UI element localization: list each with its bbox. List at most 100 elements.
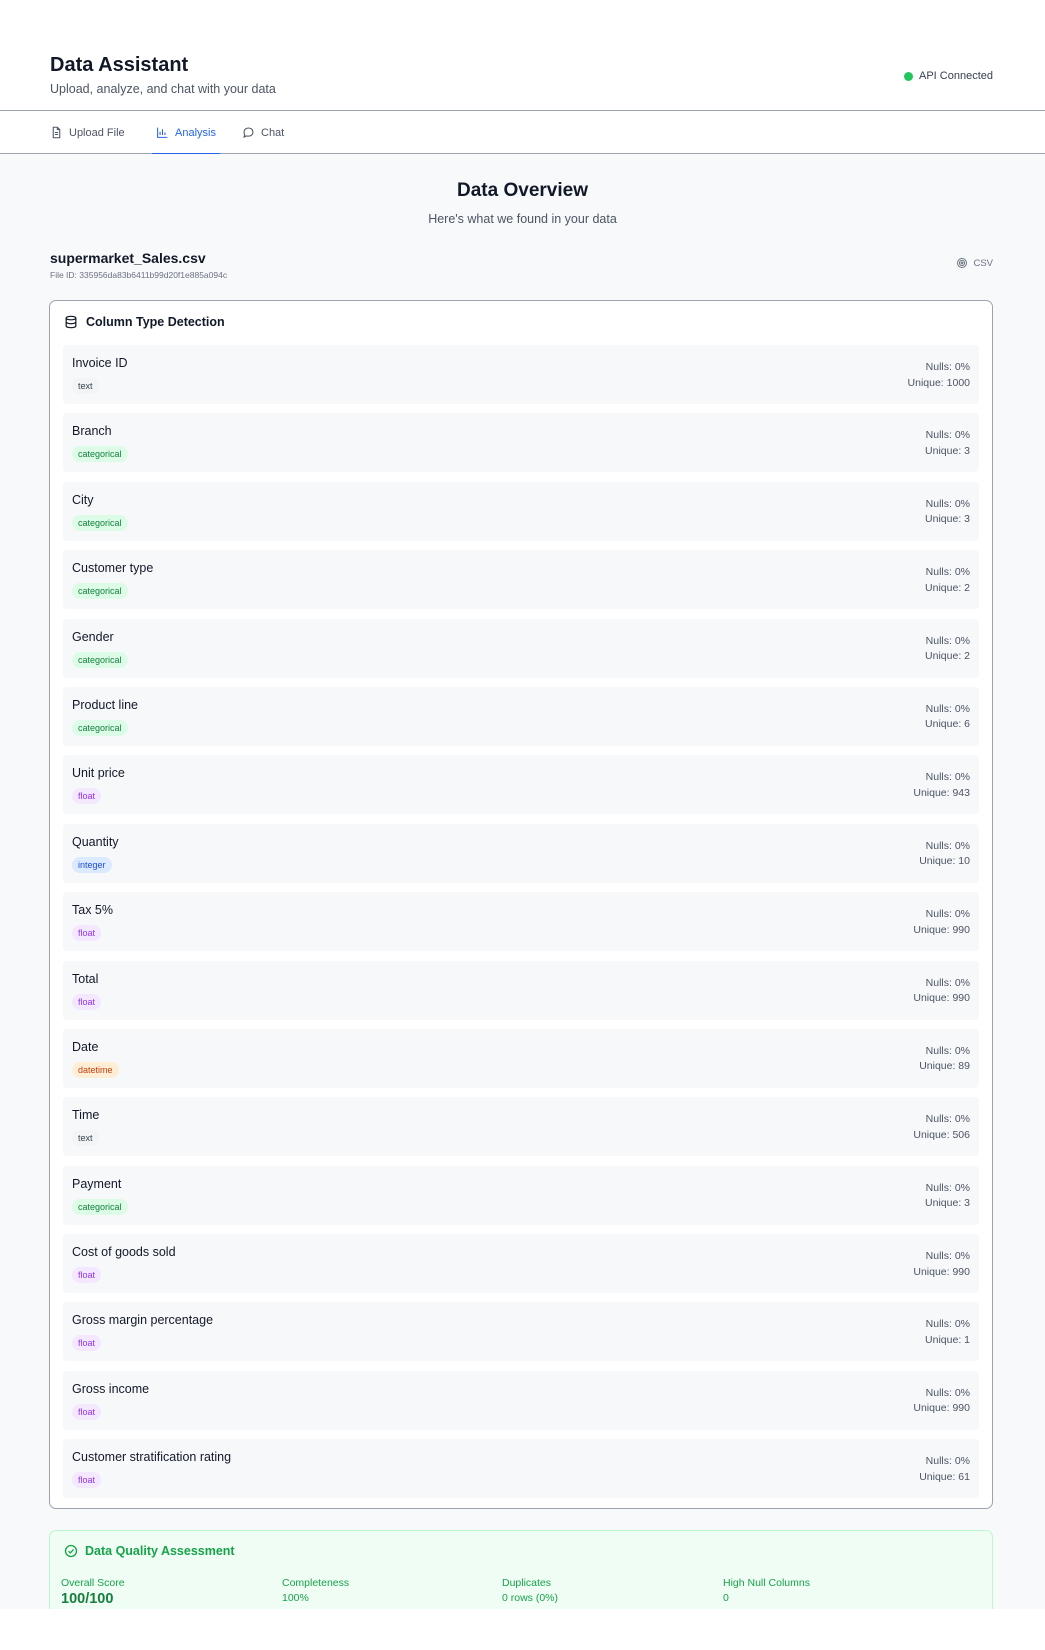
column-name: City — [72, 492, 94, 507]
column-type-badge: categorical — [72, 651, 128, 668]
column-unique: Unique: 6 — [925, 718, 970, 731]
column-unique: Unique: 990 — [913, 1402, 970, 1415]
column-list: Invoice ID text Nulls: 0% Unique: 1000 Branc… — [63, 345, 979, 1508]
metric-value: 0 — [723, 1592, 729, 1604]
column-nulls: Nulls: 0% — [925, 1250, 970, 1263]
column-type-badge: float — [72, 1403, 102, 1420]
column-row: Date datetime Nulls: 0% Unique: 89 — [63, 1028, 979, 1088]
bottom-blank-area — [0, 1609, 1045, 1650]
column-stats: Nulls: 0% Unique: 10 — [919, 839, 970, 870]
metric-label: Duplicates — [502, 1577, 552, 1589]
column-type-badge: float — [72, 1335, 102, 1352]
tab-analysis[interactable]: Analysis — [152, 111, 220, 155]
column-type-badge: categorical — [72, 719, 128, 736]
column-row: City categorical Nulls: 0% Unique: 3 — [63, 481, 979, 541]
metric-value: 100% — [282, 1592, 309, 1604]
file-id: File ID: 335956da83b6411b99d20f1e885a094… — [50, 270, 228, 280]
column-nulls: Nulls: 0% — [925, 634, 970, 647]
column-nulls: Nulls: 0% — [925, 908, 970, 921]
column-nulls: Nulls: 0% — [925, 976, 970, 989]
column-row: Tax 5% float Nulls: 0% Unique: 990 — [63, 892, 979, 952]
app-title: Data Assistant — [50, 54, 189, 76]
column-nulls: Nulls: 0% — [925, 771, 970, 784]
page-subtitle: Here's what we found in your data — [428, 212, 617, 226]
page-title: Data Overview — [457, 180, 588, 201]
tab-bar: Upload File Analysis Chat — [0, 111, 1045, 155]
column-type-badge: float — [72, 993, 102, 1010]
bar-chart-icon — [157, 127, 168, 138]
column-name: Cost of goods sold — [72, 1245, 176, 1260]
column-unique: Unique: 89 — [919, 1060, 970, 1073]
column-row: Time text Nulls: 0% Unique: 506 — [63, 1097, 979, 1157]
column-nulls: Nulls: 0% — [925, 1386, 970, 1399]
column-row: Total float Nulls: 0% Unique: 990 — [63, 960, 979, 1020]
column-stats: Nulls: 0% Unique: 3 — [925, 497, 970, 528]
column-name: Branch — [72, 424, 112, 439]
chat-bubble-icon — [243, 127, 254, 138]
column-row: Customer stratification rating float Nulls… — [63, 1439, 979, 1499]
column-stats: Nulls: 0% Unique: 990 — [913, 1249, 970, 1280]
column-stats: Nulls: 0% Unique: 61 — [919, 1454, 970, 1485]
column-stats: Nulls: 0% Unique: 6 — [925, 702, 970, 733]
column-unique: Unique: 1 — [925, 1333, 970, 1346]
column-unique: Unique: 990 — [913, 1265, 970, 1278]
column-nulls: Nulls: 0% — [925, 1181, 970, 1194]
api-status: API Connected — [904, 70, 993, 82]
column-stats: Nulls: 0% Unique: 1 — [925, 1317, 970, 1348]
column-type-badge: datetime — [72, 1061, 119, 1078]
tab-upload-file[interactable]: Upload File — [50, 111, 125, 154]
status-dot-icon — [904, 71, 913, 81]
card-header: Column Type Detection — [64, 315, 225, 329]
column-name: Customer stratification rating — [72, 1450, 232, 1465]
column-stats: Nulls: 0% Unique: 89 — [919, 1044, 970, 1075]
column-stats: Nulls: 0% Unique: 3 — [925, 428, 970, 459]
column-row: Gross income float Nulls: 0% Unique: 990 — [63, 1370, 979, 1430]
column-nulls: Nulls: 0% — [925, 1318, 970, 1331]
column-unique: Unique: 506 — [913, 1128, 970, 1141]
column-unique: Unique: 2 — [925, 581, 970, 594]
column-unique: Unique: 3 — [925, 513, 970, 526]
column-unique: Unique: 3 — [925, 1197, 970, 1210]
metric-overall-score: Overall Score 100/100 — [61, 1577, 125, 1607]
column-unique: Unique: 990 — [913, 992, 970, 1005]
column-stats: Nulls: 0% Unique: 506 — [913, 1112, 970, 1143]
metric-label: Completeness — [282, 1577, 350, 1589]
column-type-badge: float — [72, 1472, 102, 1489]
column-row: Unit price float Nulls: 0% Unique: 943 — [63, 755, 979, 815]
column-name: Tax 5% — [72, 903, 113, 918]
column-stats: Nulls: 0% Unique: 990 — [913, 907, 970, 938]
tab-chat[interactable]: Chat — [242, 111, 284, 154]
api-status-label: API Connected — [919, 70, 993, 82]
column-row: Payment categorical Nulls: 0% Unique: 3 — [63, 1165, 979, 1225]
target-icon — [957, 258, 968, 268]
column-stats: Nulls: 0% Unique: 3 — [925, 1181, 970, 1212]
quality-title: Data Quality Assessment — [85, 1544, 235, 1558]
column-row: Customer type categorical Nulls: 0% Unique:… — [63, 550, 979, 610]
metric-completeness: Completeness 100% — [282, 1577, 349, 1604]
column-nulls: Nulls: 0% — [925, 1113, 970, 1126]
tab-label: Upload File — [69, 126, 125, 139]
column-nulls: Nulls: 0% — [925, 1044, 970, 1057]
file-type-indicator: CSV — [956, 257, 993, 269]
column-stats: Nulls: 0% Unique: 990 — [913, 1386, 970, 1417]
card-title: Column Type Detection — [86, 315, 225, 329]
column-type-badge: float — [72, 925, 102, 942]
column-row: Gender categorical Nulls: 0% Unique: 2 — [63, 618, 979, 678]
column-name: Invoice ID — [72, 356, 128, 370]
metric-value: 0 rows (0%) — [502, 1592, 559, 1604]
metric-label: Overall Score — [61, 1577, 125, 1589]
metric-label: High Null Columns — [723, 1577, 810, 1589]
tab-label: Analysis — [175, 126, 216, 139]
column-unique: Unique: 3 — [925, 444, 970, 457]
column-row: Quantity integer Nulls: 0% Unique: 10 — [63, 823, 979, 883]
column-nulls: Nulls: 0% — [925, 497, 970, 510]
column-name: Unit price — [72, 766, 125, 781]
column-stats: Nulls: 0% Unique: 1000 — [908, 360, 970, 391]
column-type-badge: categorical — [72, 514, 128, 531]
column-type-badge: categorical — [72, 446, 128, 463]
app-subtitle: Upload, analyze, and chat with your data — [50, 82, 276, 96]
column-name: Quantity — [72, 834, 119, 849]
column-row: Gross margin percentage float Nulls: 0% Uni… — [63, 1302, 979, 1362]
metric-value: 100/100 — [61, 1591, 114, 1607]
column-name: Time — [72, 1108, 100, 1123]
